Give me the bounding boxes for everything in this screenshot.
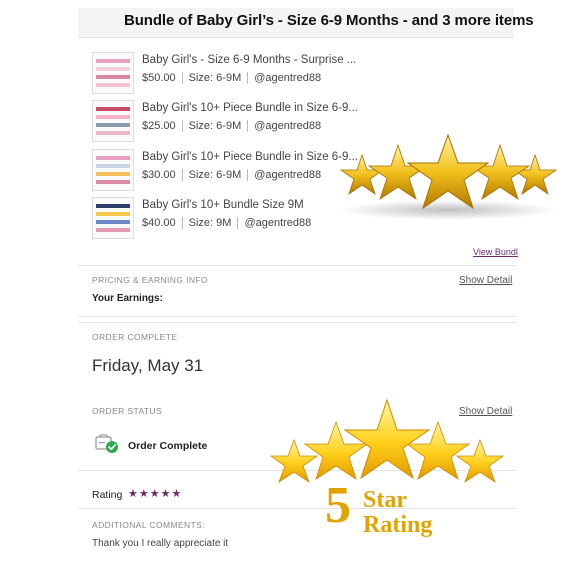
additional-comments-label: ADDITIONAL COMMENTS: xyxy=(92,520,205,530)
item-size: Size: 6-9M xyxy=(188,120,242,132)
item-meta: $25.00 Size: 6-9M @agentred88 xyxy=(142,120,321,133)
divider xyxy=(247,72,249,85)
divider xyxy=(181,169,183,182)
divider xyxy=(78,316,516,317)
five-star-number: 5 xyxy=(325,477,351,534)
list-item[interactable]: Baby Girl's 10+ Piece Bundle in Size 6-9… xyxy=(92,100,492,144)
item-size: Size: 6-9M xyxy=(188,169,242,181)
your-earnings-label: Your Earnings: xyxy=(92,293,163,304)
divider xyxy=(181,217,183,230)
five-star-line1: Star xyxy=(363,487,407,513)
item-thumbnail xyxy=(92,149,134,191)
comment-text: Thank you I really appreciate it xyxy=(92,538,229,549)
divider xyxy=(181,120,183,133)
order-status-text: Order Complete xyxy=(128,440,208,452)
item-title[interactable]: Baby Girl's 10+ Piece Bundle in Size 6-9… xyxy=(142,102,358,114)
list-item[interactable]: Baby Girl's 10+ Bundle Size 9M $40.00 Siz… xyxy=(92,197,492,241)
divider xyxy=(247,169,249,182)
divider xyxy=(78,322,516,323)
pricing-section-label: PRICING & EARNING INFO xyxy=(92,275,209,285)
item-price: $25.00 xyxy=(142,120,176,132)
item-meta: $30.00 Size: 6-9M @agentred88 xyxy=(142,169,321,182)
item-price: $40.00 xyxy=(142,217,176,229)
order-status-label: ORDER STATUS xyxy=(92,406,163,416)
order-status-show-detail-link[interactable]: Show Detail xyxy=(459,406,512,417)
view-bundle-link[interactable]: View Bundl xyxy=(473,247,518,257)
divider xyxy=(78,508,516,509)
list-item[interactable]: Baby Girl's - Size 6-9 Months - Surprise… xyxy=(92,52,492,96)
bundle-title: Bundle of Baby Girl’s - Size 6-9 Months … xyxy=(124,12,534,29)
item-thumbnail xyxy=(92,197,134,239)
order-date: Friday, May 31 xyxy=(92,356,204,375)
star-icon xyxy=(512,153,558,196)
five-star-line2: Rating xyxy=(363,512,433,538)
item-thumbnail xyxy=(92,52,134,94)
list-item[interactable]: Baby Girl's 10+ Piece Bundle in Size 6-9… xyxy=(92,149,492,193)
item-size: Size: 6-9M xyxy=(188,72,242,84)
divider xyxy=(237,217,239,230)
order-complete-icon xyxy=(95,434,119,454)
item-title[interactable]: Baby Girl's 10+ Piece Bundle in Size 6-9… xyxy=(142,151,358,163)
item-seller[interactable]: @agentred88 xyxy=(254,72,321,84)
order-complete-label: ORDER COMPLETE xyxy=(92,332,178,342)
item-meta: $50.00 Size: 6-9M @agentred88 xyxy=(142,72,321,85)
item-seller[interactable]: @agentred88 xyxy=(244,217,311,229)
item-title[interactable]: Baby Girl's 10+ Bundle Size 9M xyxy=(142,199,304,211)
divider xyxy=(78,265,516,266)
divider xyxy=(78,470,516,471)
divider xyxy=(247,120,249,133)
item-size: Size: 9M xyxy=(188,217,232,229)
item-price: $30.00 xyxy=(142,169,176,181)
item-meta: $40.00 Size: 9M @agentred88 xyxy=(142,217,311,230)
rating-label: Rating xyxy=(92,489,123,501)
rating-stars: ★★★★★ xyxy=(128,488,183,500)
item-thumbnail xyxy=(92,100,134,142)
item-title[interactable]: Baby Girl's - Size 6-9 Months - Surprise… xyxy=(142,54,356,66)
pricing-show-detail-link[interactable]: Show Detail xyxy=(459,275,512,286)
item-seller[interactable]: @agentred88 xyxy=(254,169,321,181)
item-seller[interactable]: @agentred88 xyxy=(254,120,321,132)
item-price: $50.00 xyxy=(142,72,176,84)
divider xyxy=(181,72,183,85)
